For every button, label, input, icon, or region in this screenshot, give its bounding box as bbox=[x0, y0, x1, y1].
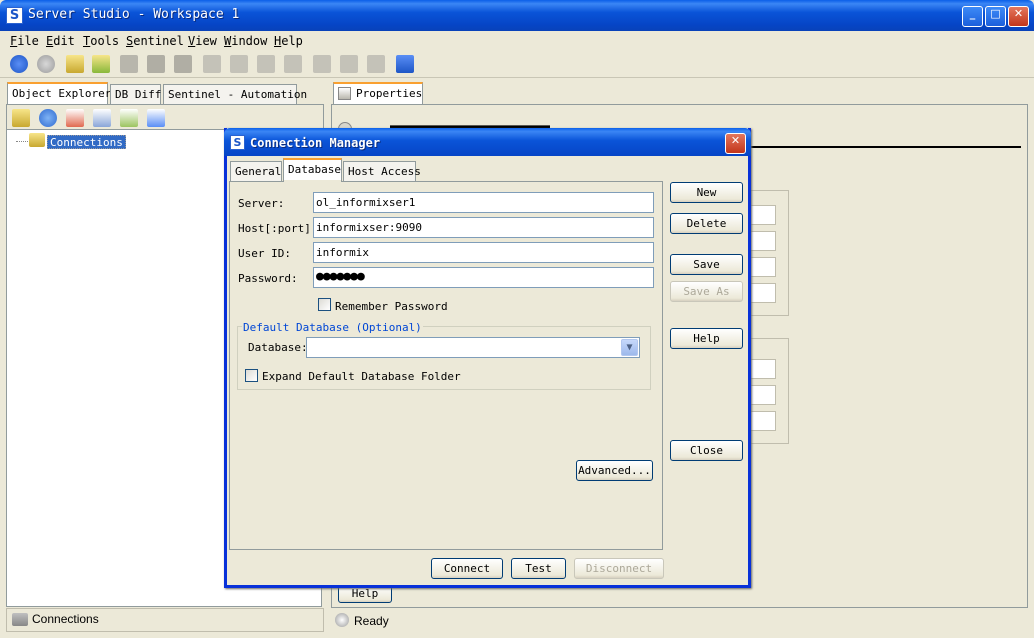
dialog-tab-general[interactable]: General bbox=[230, 161, 282, 181]
properties-tab-icon bbox=[338, 87, 351, 100]
help-book-icon[interactable] bbox=[396, 55, 414, 73]
delete-button[interactable]: Delete bbox=[670, 213, 743, 234]
connections-status-icon bbox=[12, 613, 28, 626]
menu-edit[interactable]: Edit bbox=[46, 34, 75, 48]
back-icon[interactable] bbox=[10, 55, 28, 73]
remember-password-checkbox[interactable] bbox=[318, 298, 331, 311]
properties-field-7 bbox=[749, 411, 776, 431]
help-button[interactable]: Help bbox=[670, 328, 743, 349]
properties-field-4 bbox=[749, 283, 776, 303]
new-button[interactable]: New bbox=[670, 182, 743, 203]
tab-object-explorer[interactable]: Object Explorer bbox=[7, 82, 111, 104]
dialog-close-button[interactable]: ✕ bbox=[725, 133, 746, 154]
import-icon[interactable] bbox=[147, 109, 165, 127]
password-label: Password: bbox=[238, 272, 298, 285]
close-window-button[interactable]: ✕ bbox=[1008, 6, 1029, 27]
ready-status-icon bbox=[335, 613, 349, 627]
password-field[interactable]: ●●●●●●● bbox=[313, 267, 654, 288]
tab-sentinel-automation[interactable]: Sentinel - Automation bbox=[163, 84, 307, 104]
properties-field-2 bbox=[749, 231, 776, 251]
host-port-label: Host[:port]: bbox=[238, 222, 318, 235]
right-status-text: Ready bbox=[354, 614, 389, 628]
window-title: Server Studio - Workspace 1 bbox=[28, 7, 240, 22]
menu-help[interactable]: Help bbox=[274, 34, 303, 48]
open-folder-icon[interactable] bbox=[66, 55, 84, 73]
minimize-button[interactable]: _ bbox=[962, 6, 983, 27]
remember-password-label: Remember Password bbox=[335, 300, 448, 313]
print-icon[interactable] bbox=[120, 55, 138, 73]
dialog-tab-database[interactable]: Database bbox=[283, 158, 342, 182]
cut-icon[interactable] bbox=[284, 55, 302, 73]
tool-icon[interactable] bbox=[313, 55, 331, 73]
save-all-icon[interactable] bbox=[174, 55, 192, 73]
menu-tools[interactable]: Tools bbox=[83, 34, 119, 48]
server-label: Server: bbox=[238, 197, 285, 210]
forward-icon[interactable] bbox=[37, 55, 55, 73]
folder-up-icon[interactable] bbox=[92, 55, 110, 73]
chevron-down-icon[interactable]: ▼ bbox=[621, 339, 638, 356]
save-icon[interactable] bbox=[147, 55, 165, 73]
maximize-button[interactable]: □ bbox=[985, 6, 1006, 27]
disconnect-button[interactable]: Disconnect bbox=[574, 558, 664, 579]
user-id-label: User ID: bbox=[238, 247, 291, 260]
left-status-text: Connections bbox=[32, 612, 99, 626]
tab-properties[interactable]: Properties bbox=[333, 82, 423, 104]
refresh-icon[interactable] bbox=[39, 109, 57, 127]
connect-button[interactable]: Connect bbox=[431, 558, 503, 579]
sentinel-icon[interactable] bbox=[340, 55, 358, 73]
properties-field-3 bbox=[749, 257, 776, 277]
menu-view[interactable]: View bbox=[188, 34, 217, 48]
properties-header-rule bbox=[750, 146, 1021, 148]
new-item-icon[interactable] bbox=[66, 109, 84, 127]
new-connection-icon[interactable] bbox=[12, 109, 30, 127]
advanced-button[interactable]: Advanced... bbox=[576, 460, 653, 481]
properties-field-1 bbox=[749, 205, 776, 225]
dialog-tab-host-access[interactable]: Host Access bbox=[343, 161, 421, 181]
menu-file[interactable]: File bbox=[10, 34, 39, 48]
save-button[interactable]: Save bbox=[670, 254, 743, 275]
host-port-field[interactable]: informixser:9090 bbox=[313, 217, 654, 238]
user-id-field[interactable]: informix bbox=[313, 242, 654, 263]
expand-default-folder-label: Expand Default Database Folder bbox=[262, 370, 461, 383]
expand-default-folder-checkbox[interactable] bbox=[245, 369, 258, 382]
connections-folder-icon bbox=[29, 133, 45, 147]
properties-field-5 bbox=[749, 359, 776, 379]
menu-window[interactable]: Window bbox=[224, 34, 267, 48]
left-status-bar: Connections bbox=[6, 608, 324, 632]
app-logo-icon: S bbox=[6, 7, 23, 24]
save-as-button[interactable]: Save As bbox=[670, 281, 743, 302]
server-field[interactable]: ol_informixser1 bbox=[313, 192, 654, 213]
database-label: Database: bbox=[248, 341, 308, 354]
close-button[interactable]: Close bbox=[670, 440, 743, 461]
right-status-bar: Ready bbox=[331, 610, 1028, 634]
tree-connector bbox=[16, 141, 30, 142]
properties-field-6 bbox=[749, 385, 776, 405]
dialog-app-icon: S bbox=[230, 135, 245, 150]
copy-icon[interactable] bbox=[230, 55, 248, 73]
active-tab-join bbox=[284, 180, 341, 183]
tab-db-diff[interactable]: DB Diff bbox=[110, 84, 161, 104]
tree-item-connections[interactable]: Connections bbox=[47, 135, 126, 149]
undo-icon[interactable] bbox=[203, 55, 221, 73]
dialog-title: Connection Manager bbox=[250, 136, 381, 150]
menu-sentinel[interactable]: Sentinel bbox=[126, 34, 184, 48]
properties-icon[interactable] bbox=[93, 109, 111, 127]
default-database-group-title: Default Database (Optional) bbox=[242, 321, 423, 334]
database-select[interactable]: ▼ bbox=[306, 337, 640, 358]
tab-properties-label: Properties bbox=[356, 87, 423, 100]
paste-icon[interactable] bbox=[257, 55, 275, 73]
export-icon[interactable] bbox=[120, 109, 138, 127]
wand-icon[interactable] bbox=[367, 55, 385, 73]
test-button[interactable]: Test bbox=[511, 558, 566, 579]
